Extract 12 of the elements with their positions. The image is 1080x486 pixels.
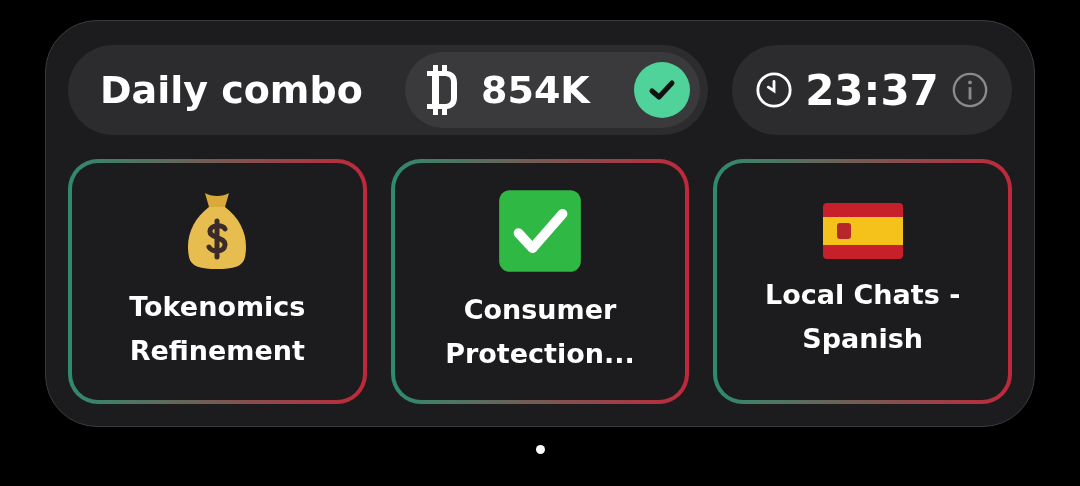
panel-title: Daily combo <box>100 68 363 112</box>
checkmark-icon <box>497 188 583 275</box>
timer-text: 23:37 <box>805 65 939 115</box>
info-icon[interactable] <box>950 71 989 109</box>
page-indicator-dot[interactable] <box>535 445 545 454</box>
flag-icon <box>822 203 903 260</box>
card-label: Local Chats - Spanish <box>763 278 962 356</box>
reward-amount: 854K <box>481 68 592 112</box>
card-label: Consumer Protection... <box>444 293 636 371</box>
card-label: Tokenomics Refinement <box>128 290 307 368</box>
clock-icon <box>755 71 794 109</box>
coin-icon <box>427 65 457 115</box>
